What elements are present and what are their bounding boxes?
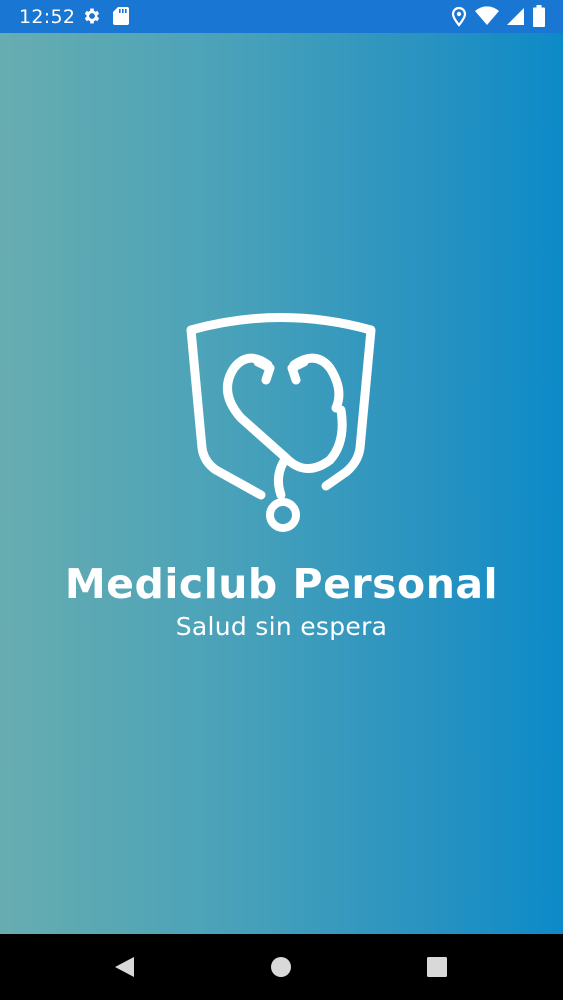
status-right-icons <box>451 5 545 32</box>
cell-signal-icon <box>507 6 525 31</box>
status-bar: 12:52 <box>0 0 563 33</box>
wifi-icon <box>475 6 499 31</box>
back-icon[interactable] <box>112 954 138 980</box>
shield-stethoscope-heart-icon <box>186 310 376 535</box>
app-tagline: Salud sin espera <box>175 612 388 641</box>
status-time: 12:52 <box>19 6 76 28</box>
battery-icon <box>533 5 545 32</box>
status-left-icons <box>82 6 130 31</box>
navigation-bar <box>0 934 563 1000</box>
home-icon[interactable] <box>268 954 294 980</box>
location-pin-icon <box>451 5 467 32</box>
settings-gear-icon <box>82 6 102 31</box>
app-title: Mediclub Personal <box>64 560 499 608</box>
sd-card-icon <box>112 6 130 31</box>
app-screen: 12:52 Mediclub Personal Salud sin espera <box>0 0 563 1000</box>
recents-icon[interactable] <box>424 954 450 980</box>
